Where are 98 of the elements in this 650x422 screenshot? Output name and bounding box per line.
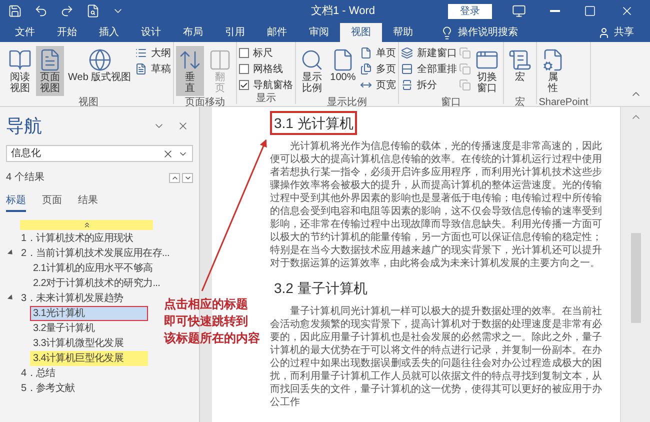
menu-tab[interactable]: 布局 bbox=[172, 23, 214, 42]
heading-link[interactable]: 3．未来计算机发展趋势 bbox=[18, 290, 136, 306]
heading-link[interactable]: 3.4计算机巨型化发展 bbox=[30, 350, 148, 366]
ribbon-button[interactable]: 垂直 bbox=[176, 46, 204, 96]
search-field[interactable]: 信息化 bbox=[6, 145, 193, 162]
checkbox[interactable]: 标尺 bbox=[239, 46, 294, 60]
ribbon-icon bbox=[400, 63, 413, 75]
next-result-button[interactable] bbox=[182, 172, 193, 182]
ribbon-small-button[interactable]: 单页 bbox=[360, 46, 396, 60]
expand-triangle-icon[interactable] bbox=[7, 294, 15, 302]
pane-tab[interactable]: 页面 bbox=[42, 193, 62, 212]
ribbon-icon bbox=[208, 48, 232, 72]
print-preview-icon bbox=[86, 4, 100, 18]
document-heading: 3.1 光计算机 bbox=[270, 111, 358, 135]
menu-tab[interactable]: 开始 bbox=[46, 23, 88, 42]
person-icon bbox=[598, 26, 610, 38]
ribbon-icon bbox=[400, 47, 413, 59]
ribbon-button[interactable]: 宏 bbox=[506, 46, 534, 96]
search-input[interactable]: 信息化 bbox=[11, 146, 162, 161]
ribbon-button[interactable]: 阅读视图 bbox=[6, 46, 34, 96]
pane-tab[interactable]: 结果 bbox=[78, 193, 98, 212]
ribbon-button[interactable]: 100% bbox=[328, 46, 358, 96]
login-button[interactable]: 登录 bbox=[448, 4, 492, 18]
menu-tab[interactable]: 插入 bbox=[88, 23, 130, 42]
body-paragraph: 光计算机将光作为信息传输的载体，光的传播速度是非常高速的，因此便可以极大的提高计算机信息传输的效率。在传统的计算机运行过程中使用者若想执行某一指令，必须开启许多应用程序，而利用光计算机技术这些步骤操作效率将会被极大的提升，从而提高计算机的整体运营速度。光的传输过程中受到其他外界因素的影响也是显著低于电传输；电传输过程中所传输的信息会受到电容和电阻等因素的影响，这不仅会导致信息传输的速率受到影响，还非常在传输过程中出现故障而导致信息缺失。利用光传播一方面可以极大的节约计算机的能量传输，另一方面也可以保证信息传输的稳定性；特别是在当今大数据技术应用越来越广的现实背景下，光计算机还可以提升对于数据运算的运算效率，由此将会成为未来计算机发展的主要方向之一。 bbox=[270, 140, 602, 270]
ribbon-icon bbox=[360, 47, 372, 59]
maximize-icon bbox=[584, 5, 596, 17]
ribbon-small-button[interactable]: 多页 bbox=[360, 62, 396, 76]
ribbon-icon bbox=[88, 48, 112, 72]
double-caret-icon bbox=[82, 221, 90, 229]
group-label: 页面移动 bbox=[184, 96, 226, 109]
menu-tab[interactable]: 审阅 bbox=[298, 23, 340, 42]
minimize-icon bbox=[550, 10, 560, 12]
window-title: 文档1 - Word bbox=[311, 4, 375, 19]
menu-tab[interactable]: 引用 bbox=[214, 23, 256, 42]
undo-icon bbox=[34, 4, 48, 18]
results-count: 4 个结果 bbox=[6, 170, 44, 185]
ribbon-button[interactable]: 切换窗口 bbox=[472, 46, 501, 96]
ribbon-small-button[interactable]: 草稿 bbox=[135, 62, 172, 76]
pane-tab[interactable]: 标题 bbox=[6, 193, 26, 212]
tell-me-search[interactable]: 操作说明搜索 bbox=[458, 25, 518, 40]
ribbon-small-button[interactable]: 大纲 bbox=[135, 46, 172, 60]
ribbon-icon bbox=[300, 48, 324, 72]
ribbon-small-button[interactable]: 全部重排 bbox=[400, 62, 457, 76]
heading-link[interactable]: 4．总结 bbox=[18, 366, 136, 380]
clear-icon bbox=[162, 148, 174, 160]
menu-tab[interactable]: 帮助 bbox=[382, 23, 424, 42]
expand-triangle-icon[interactable] bbox=[7, 249, 15, 257]
document-heading: 3.2 量子计算机 bbox=[273, 279, 368, 298]
scrollbar-thumb[interactable] bbox=[630, 233, 640, 323]
checkbox[interactable]: 导航窗格 bbox=[239, 78, 294, 92]
body-paragraph: 量子计算机同光计算机一样可以极大的提升数据处理的效率。在当前社会活动愈发频繁的现实背景下，提高计算机对于数据的处理速度是非常有必要的，因此应用量子计算机也是社会发展的必然需求之一。除此之外，量子计算机的最大优势在于可以将文件的特点进行记录，并复制一份副本。在办公的过程中如果出现数据误删或丢失的问题往往会对办公过程造成极大的困扰，而利用量子计算机工作人员就可以依据文件的特点寻找到复制文本，从而找回丢失的文件，量子计算机的这一优势，使得其可以更好的被应用于办公工作 bbox=[270, 305, 602, 409]
menu-tab[interactable]: 设计 bbox=[130, 23, 172, 42]
ribbon-button[interactable]: Web 版式视图 bbox=[66, 46, 134, 96]
menu-tab[interactable]: 视图 bbox=[340, 23, 382, 42]
group-label: 显示 bbox=[255, 92, 278, 105]
heading-link[interactable]: 5．参考文献 bbox=[18, 380, 136, 396]
ribbon-small-button[interactable]: 新建窗口 bbox=[400, 46, 457, 60]
group-label: 窗口 bbox=[440, 96, 462, 109]
ribbon-small-button[interactable]: 拆分 bbox=[400, 78, 457, 92]
close-icon bbox=[620, 4, 634, 18]
pages-icon bbox=[458, 47, 471, 59]
heading-link[interactable]: 3.2量子计算机 bbox=[30, 320, 148, 336]
vertical-scrollbar[interactable] bbox=[620, 107, 650, 422]
ribbon-button[interactable]: 显示比例 bbox=[298, 46, 326, 96]
group-label: 宏 bbox=[514, 96, 526, 109]
heading-link[interactable]: 3.3计算机微型化发展 bbox=[30, 336, 148, 350]
ribbon-icon bbox=[400, 79, 413, 91]
redo-icon bbox=[60, 4, 74, 18]
ribbon-icon bbox=[508, 48, 532, 72]
close-icon bbox=[177, 120, 189, 132]
pane-title: 导航 bbox=[6, 115, 42, 137]
heading-link[interactable]: 3.1光计算机 bbox=[30, 306, 148, 320]
group-label: SharePoint bbox=[538, 96, 588, 109]
heading-link[interactable]: 1．计算机技术的应用现状 bbox=[18, 230, 136, 246]
group-label: 显示比例 bbox=[326, 96, 368, 109]
menu-tab[interactable]: 文件 bbox=[4, 23, 46, 42]
heading-link[interactable]: 2.1计算机的应用水平不够高 bbox=[30, 260, 156, 276]
previous-hits-bar[interactable] bbox=[20, 220, 153, 230]
previous-result-button[interactable] bbox=[169, 172, 180, 182]
ribbon-small-button[interactable]: 页宽 bbox=[360, 78, 396, 92]
pages-icon bbox=[458, 79, 471, 91]
pages-icon bbox=[458, 63, 471, 75]
ribbon-button[interactable]: 属性 bbox=[538, 46, 567, 96]
annotation-text: 点击相应的标题 即可快速跳转到 该标题所在的内容 bbox=[164, 296, 260, 347]
save-icon bbox=[8, 4, 22, 18]
ribbon-icon bbox=[135, 63, 148, 75]
heading-link[interactable]: 2.2对于计算机技术的研究力... bbox=[30, 276, 164, 290]
menu-tab[interactable]: 邮件 bbox=[256, 23, 298, 42]
share-button[interactable]: 共享 bbox=[598, 23, 634, 42]
ribbon-button[interactable]: 页面视图 bbox=[36, 46, 64, 96]
heading-link[interactable]: 2．当前计算机技术发展应用在存... bbox=[18, 246, 172, 260]
ribbon-display-icon bbox=[512, 4, 526, 18]
ribbon-icon bbox=[360, 63, 372, 75]
checkbox[interactable]: 网格线 bbox=[239, 62, 294, 76]
lightbulb-icon bbox=[440, 26, 454, 40]
ribbon-icon bbox=[8, 48, 32, 72]
group-label: 视图 bbox=[78, 96, 100, 109]
